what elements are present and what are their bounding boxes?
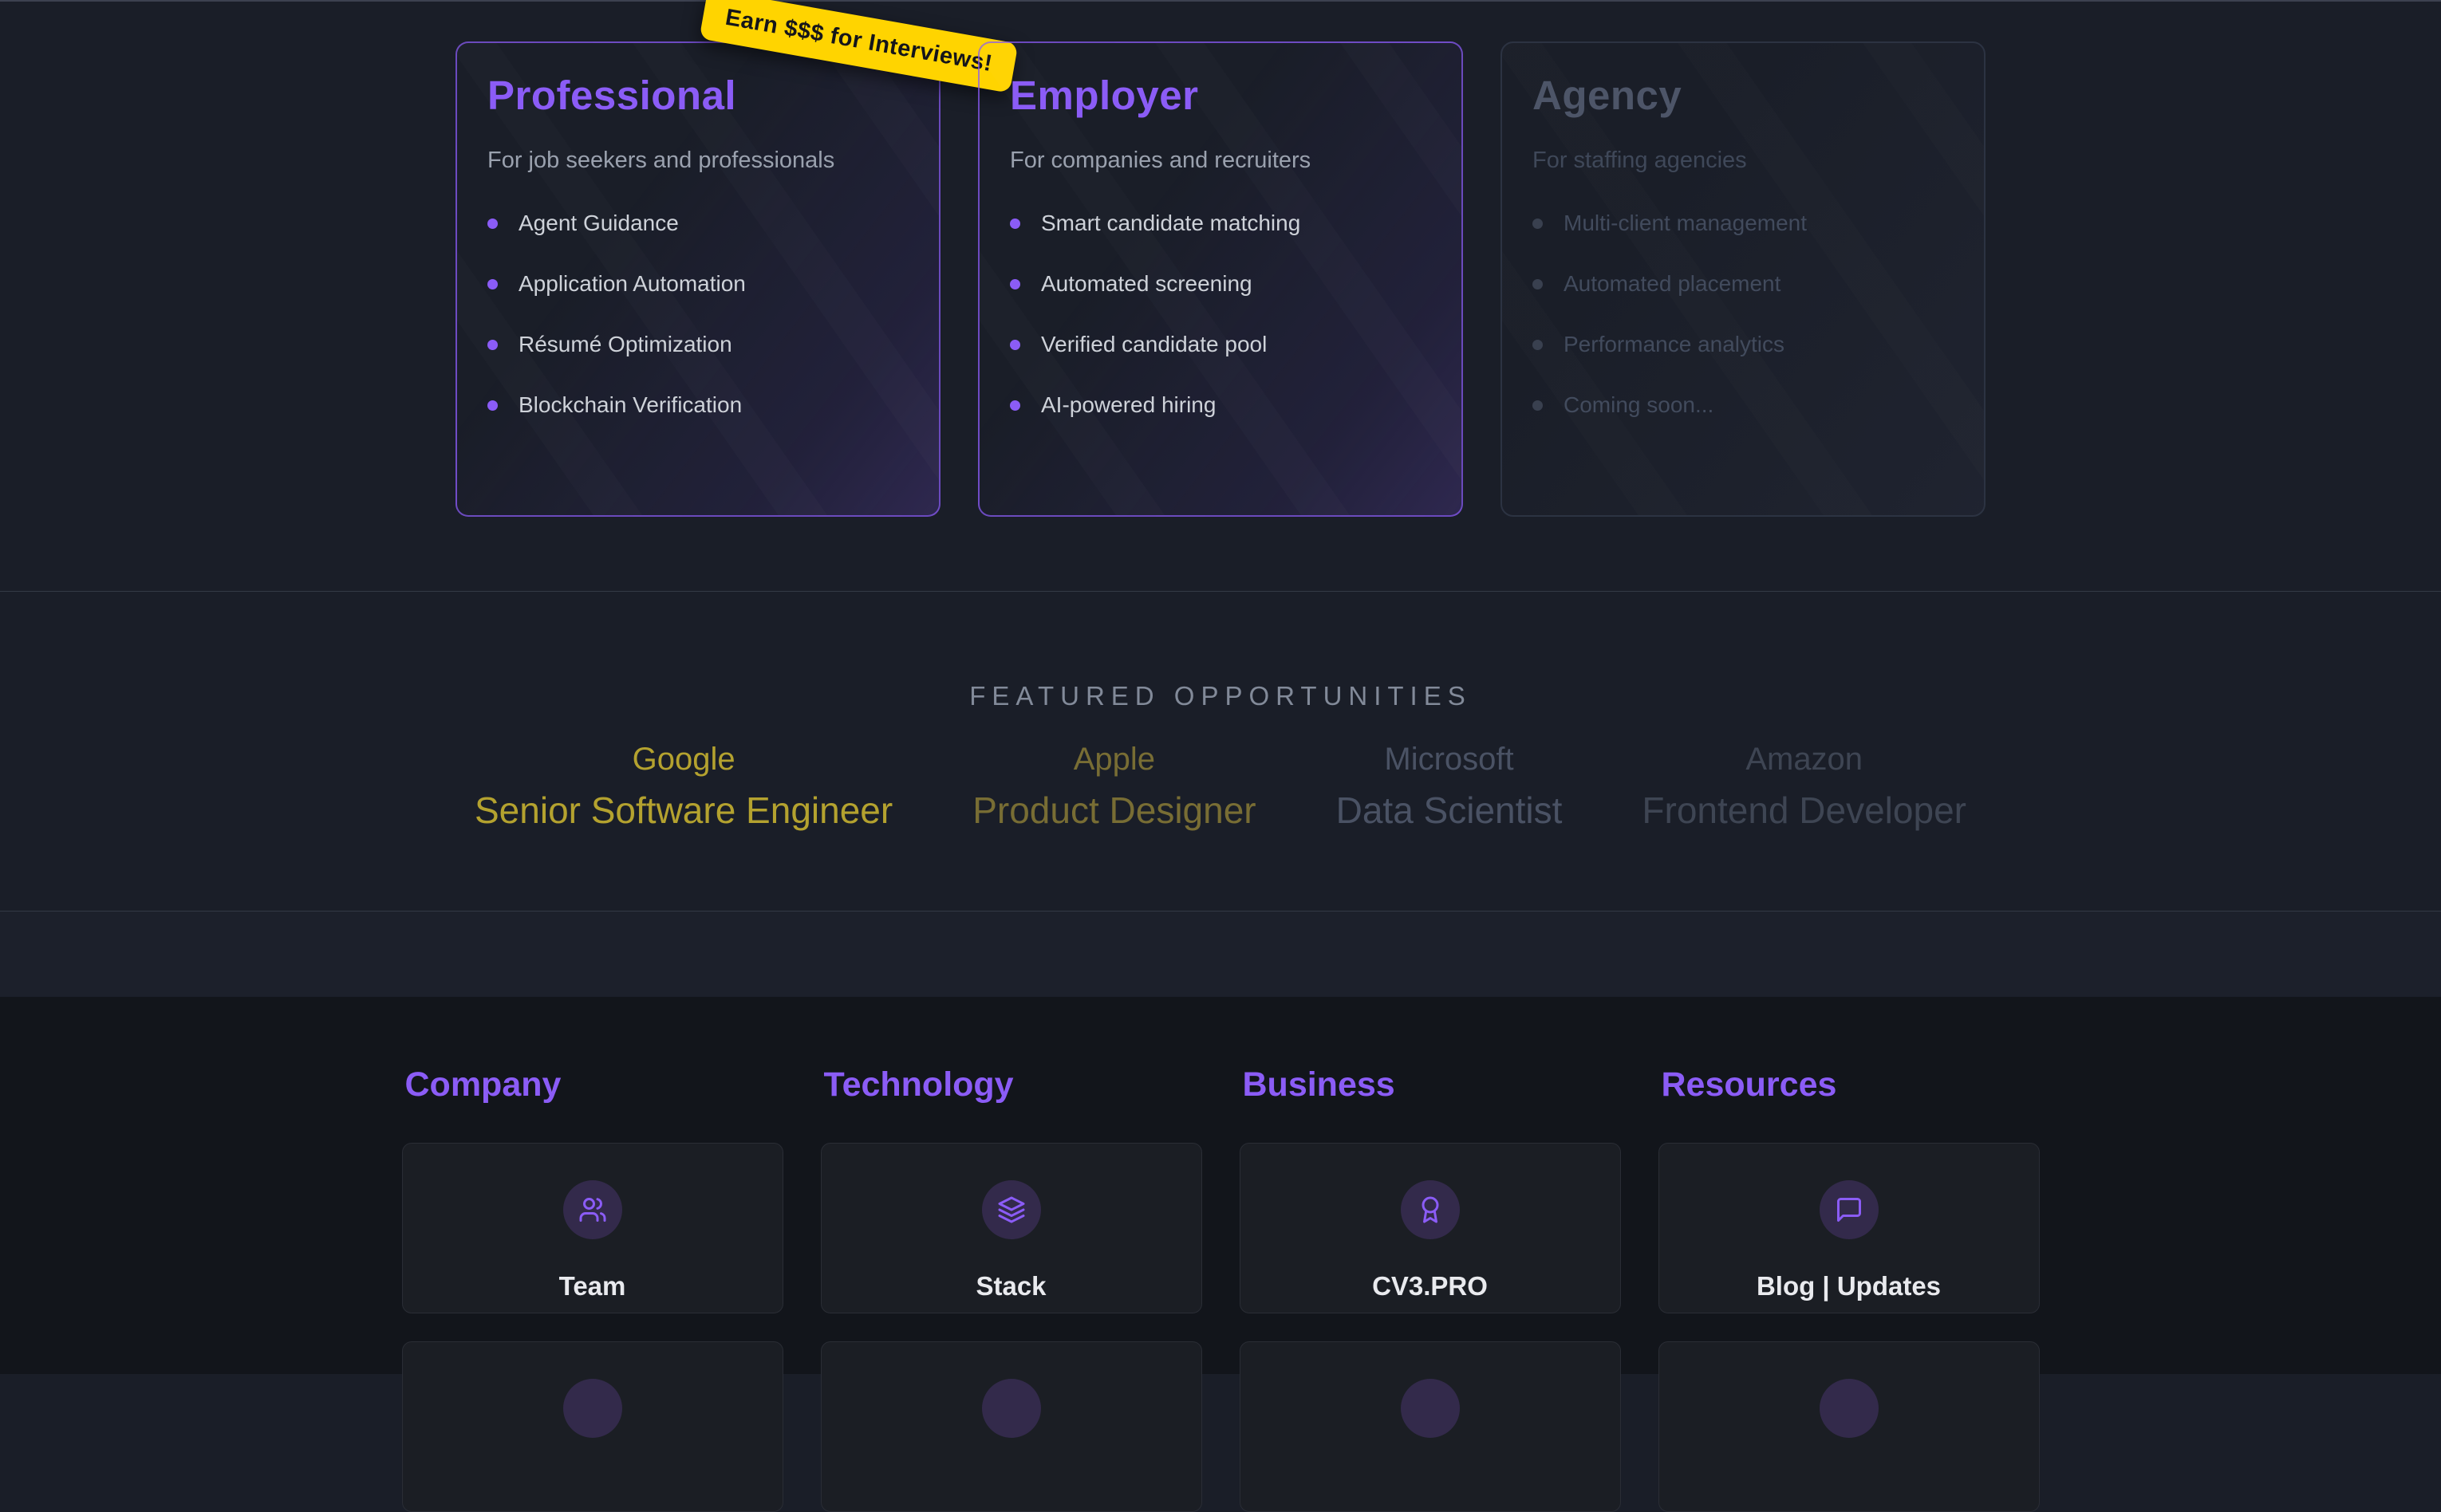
job-role: Senior Software Engineer: [475, 789, 893, 832]
plan-feature-label: Performance analytics: [1564, 332, 1784, 357]
job-role: Product Designer: [972, 789, 1256, 832]
footer-card-cv3pro[interactable]: CV3.PRO: [1240, 1143, 1621, 1313]
plan-subtitle: For companies and recruiters: [1010, 148, 1431, 174]
bullet-dot-icon: [1532, 340, 1543, 350]
footer-card-label: Team: [559, 1271, 626, 1301]
plan-feature: Multi-client management: [1532, 211, 1954, 236]
plan-feature-label: Automated screening: [1041, 271, 1252, 297]
bullet-dot-icon: [487, 279, 498, 289]
footer-card-label: Blog | Updates: [1757, 1271, 1941, 1301]
footer-column-title: Resources: [1662, 1065, 2040, 1104]
plan-title: Employer: [1010, 72, 1431, 119]
plan-feature: Agent Guidance: [487, 211, 909, 236]
plan-feature: Application Automation: [487, 271, 909, 297]
bullet-dot-icon: [1010, 340, 1020, 350]
plan-feature-label: Automated placement: [1564, 271, 1780, 297]
job-company: Amazon: [1642, 742, 1966, 778]
plan-card-employer[interactable]: Employer For companies and recruiters Sm…: [978, 41, 1463, 517]
plan-feature-label: Blockchain Verification: [519, 392, 742, 418]
featured-jobs-row: Google Senior Software Engineer Apple Pr…: [0, 742, 2441, 832]
footer-column-company: Company Team: [402, 1065, 783, 1512]
plan-feature: Résumé Optimization: [487, 332, 909, 357]
job-item-apple[interactable]: Apple Product Designer: [972, 742, 1256, 832]
plan-card-professional[interactable]: Earn $$$ for Interviews! Professional Fo…: [455, 41, 941, 517]
plan-feature-label: Application Automation: [519, 271, 746, 297]
footer-card-icon: [982, 1379, 1041, 1438]
job-role: Data Scientist: [1336, 789, 1563, 832]
plan-feature: Automated placement: [1532, 271, 1954, 297]
bullet-dot-icon: [1532, 219, 1543, 229]
plan-feature: Blockchain Verification: [487, 392, 909, 418]
footer-card-partial[interactable]: [402, 1341, 783, 1512]
footer-card-stack[interactable]: Stack: [821, 1143, 1202, 1313]
footer-card-icon: [1820, 1379, 1879, 1438]
footer-column-title: Business: [1243, 1065, 1621, 1104]
footer-card-team[interactable]: Team: [402, 1143, 783, 1313]
bullet-dot-icon: [487, 400, 498, 411]
plan-title: Agency: [1532, 72, 1954, 119]
plan-feature: Automated screening: [1010, 271, 1431, 297]
plan-feature: Coming soon...: [1532, 392, 1954, 418]
footer-card-label: Stack: [976, 1271, 1046, 1301]
bullet-dot-icon: [1010, 219, 1020, 229]
plan-subtitle: For staffing agencies: [1532, 148, 1954, 174]
bullet-dot-icon: [487, 219, 498, 229]
plan-feature: Smart candidate matching: [1010, 211, 1431, 236]
award-icon: [1401, 1180, 1460, 1239]
bullet-dot-icon: [487, 340, 498, 350]
plan-feature-label: Coming soon...: [1564, 392, 1713, 418]
footer-column-technology: Technology Stack: [821, 1065, 1202, 1512]
plan-feature: Performance analytics: [1532, 332, 1954, 357]
job-role: Frontend Developer: [1642, 789, 1966, 832]
plans-section: Earn $$$ for Interviews! Professional Fo…: [0, 0, 2441, 592]
plan-feature-list: Smart candidate matching Automated scree…: [1010, 211, 1431, 418]
message-icon: [1820, 1180, 1879, 1239]
footer: Company Team Technology Stack: [0, 997, 2441, 1374]
plan-title: Professional: [487, 72, 909, 119]
job-company: Google: [475, 742, 893, 778]
footer-card-partial[interactable]: [1658, 1341, 2040, 1512]
bullet-dot-icon: [1010, 400, 1020, 411]
plan-feature: Verified candidate pool: [1010, 332, 1431, 357]
footer-card-icon: [563, 1379, 622, 1438]
footer-column-resources: Resources Blog | Updates: [1658, 1065, 2040, 1512]
plan-card-agency: Agency For staffing agencies Multi-clien…: [1500, 41, 1986, 517]
footer-card-partial[interactable]: [1240, 1341, 1621, 1512]
footer-card-blog[interactable]: Blog | Updates: [1658, 1143, 2040, 1313]
footer-card-partial[interactable]: [821, 1341, 1202, 1512]
plan-feature-list: Multi-client management Automated placem…: [1532, 211, 1954, 418]
plan-feature: AI-powered hiring: [1010, 392, 1431, 418]
job-item-amazon[interactable]: Amazon Frontend Developer: [1642, 742, 1966, 832]
plan-subtitle: For job seekers and professionals: [487, 148, 909, 174]
footer-column-title: Technology: [824, 1065, 1202, 1104]
plan-feature-label: Agent Guidance: [519, 211, 679, 236]
plan-feature-list: Agent Guidance Application Automation Ré…: [487, 211, 909, 418]
divider-strip: [0, 911, 2441, 997]
job-company: Apple: [972, 742, 1256, 778]
plan-feature-label: Résumé Optimization: [519, 332, 732, 357]
job-item-microsoft[interactable]: Microsoft Data Scientist: [1336, 742, 1563, 832]
job-company: Microsoft: [1336, 742, 1563, 778]
footer-column-title: Company: [405, 1065, 783, 1104]
featured-heading: FEATURED OPPORTUNITIES: [0, 681, 2441, 711]
landing-page: { "theme": { "accent": "#8b5cf6", "gold"…: [0, 0, 2441, 1374]
footer-column-business: Business CV3.PRO: [1240, 1065, 1621, 1512]
plan-feature-label: Verified candidate pool: [1041, 332, 1267, 357]
bullet-dot-icon: [1532, 400, 1543, 411]
plans-row: Earn $$$ for Interviews! Professional Fo…: [0, 2, 2441, 517]
bullet-dot-icon: [1532, 279, 1543, 289]
plan-feature-label: AI-powered hiring: [1041, 392, 1216, 418]
footer-card-icon: [1401, 1379, 1460, 1438]
users-icon: [563, 1180, 622, 1239]
plan-feature-label: Multi-client management: [1564, 211, 1807, 236]
plan-feature-label: Smart candidate matching: [1041, 211, 1300, 236]
footer-grid: Company Team Technology Stack: [0, 1065, 2441, 1512]
featured-opportunities-section: FEATURED OPPORTUNITIES Google Senior Sof…: [0, 592, 2441, 911]
bullet-dot-icon: [1010, 279, 1020, 289]
job-item-google[interactable]: Google Senior Software Engineer: [475, 742, 893, 832]
layers-icon: [982, 1180, 1041, 1239]
footer-card-label: CV3.PRO: [1372, 1271, 1488, 1301]
